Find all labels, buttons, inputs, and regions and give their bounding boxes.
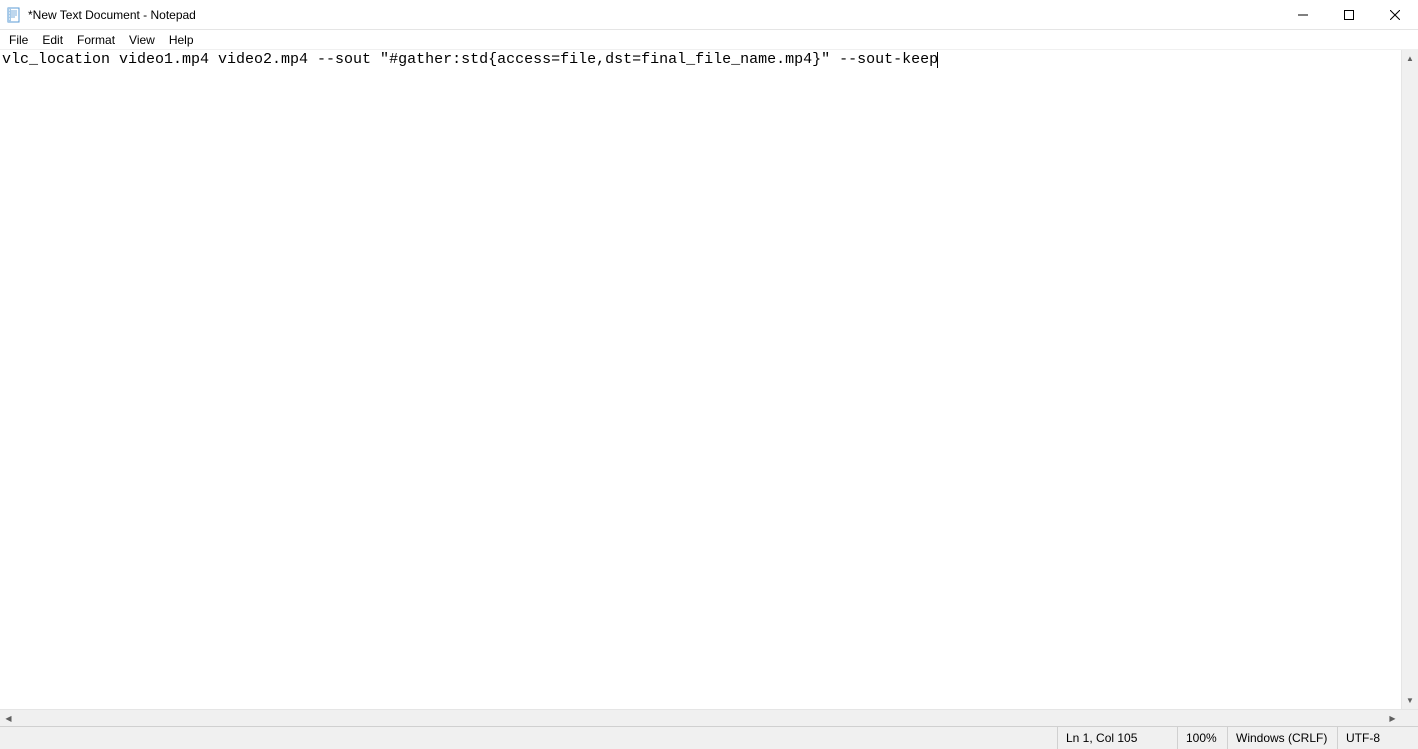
status-encoding: UTF-8 <box>1338 727 1418 749</box>
vertical-scrollbar[interactable]: ▲ ▼ <box>1401 50 1418 709</box>
minimize-button[interactable] <box>1280 0 1326 30</box>
window-title: *New Text Document - Notepad <box>28 8 1280 22</box>
horizontal-scrollbar[interactable]: ◀ ▶ <box>0 710 1401 726</box>
scroll-corner <box>1401 710 1418 727</box>
titlebar: *New Text Document - Notepad <box>0 0 1418 30</box>
menu-edit[interactable]: Edit <box>35 31 70 49</box>
menu-help[interactable]: Help <box>162 31 201 49</box>
scroll-left-arrow-icon[interactable]: ◀ <box>0 710 17 727</box>
menu-file[interactable]: File <box>2 31 35 49</box>
scroll-track-horizontal[interactable] <box>17 710 1384 726</box>
status-spacer <box>0 727 1058 749</box>
close-button[interactable] <box>1372 0 1418 30</box>
text-caret <box>937 52 938 68</box>
maximize-button[interactable] <box>1326 0 1372 30</box>
menu-view[interactable]: View <box>122 31 162 49</box>
window-controls <box>1280 0 1418 29</box>
scroll-right-arrow-icon[interactable]: ▶ <box>1384 710 1401 727</box>
horizontal-scroll-row: ◀ ▶ <box>0 709 1418 726</box>
menu-format[interactable]: Format <box>70 31 122 49</box>
menubar: File Edit Format View Help <box>0 30 1418 50</box>
editor-area: vlc_location video1.mp4 video2.mp4 --sou… <box>0 50 1418 709</box>
status-zoom: 100% <box>1178 727 1228 749</box>
scroll-down-arrow-icon[interactable]: ▼ <box>1402 692 1418 709</box>
status-cursor-position: Ln 1, Col 105 <box>1058 727 1178 749</box>
text-editor[interactable]: vlc_location video1.mp4 video2.mp4 --sou… <box>0 50 1401 709</box>
statusbar: Ln 1, Col 105 100% Windows (CRLF) UTF-8 <box>0 726 1418 749</box>
editor-text: vlc_location video1.mp4 video2.mp4 --sou… <box>2 51 938 68</box>
scroll-track-vertical[interactable] <box>1402 67 1418 692</box>
notepad-icon <box>6 7 22 23</box>
scroll-up-arrow-icon[interactable]: ▲ <box>1402 50 1418 67</box>
status-line-ending: Windows (CRLF) <box>1228 727 1338 749</box>
